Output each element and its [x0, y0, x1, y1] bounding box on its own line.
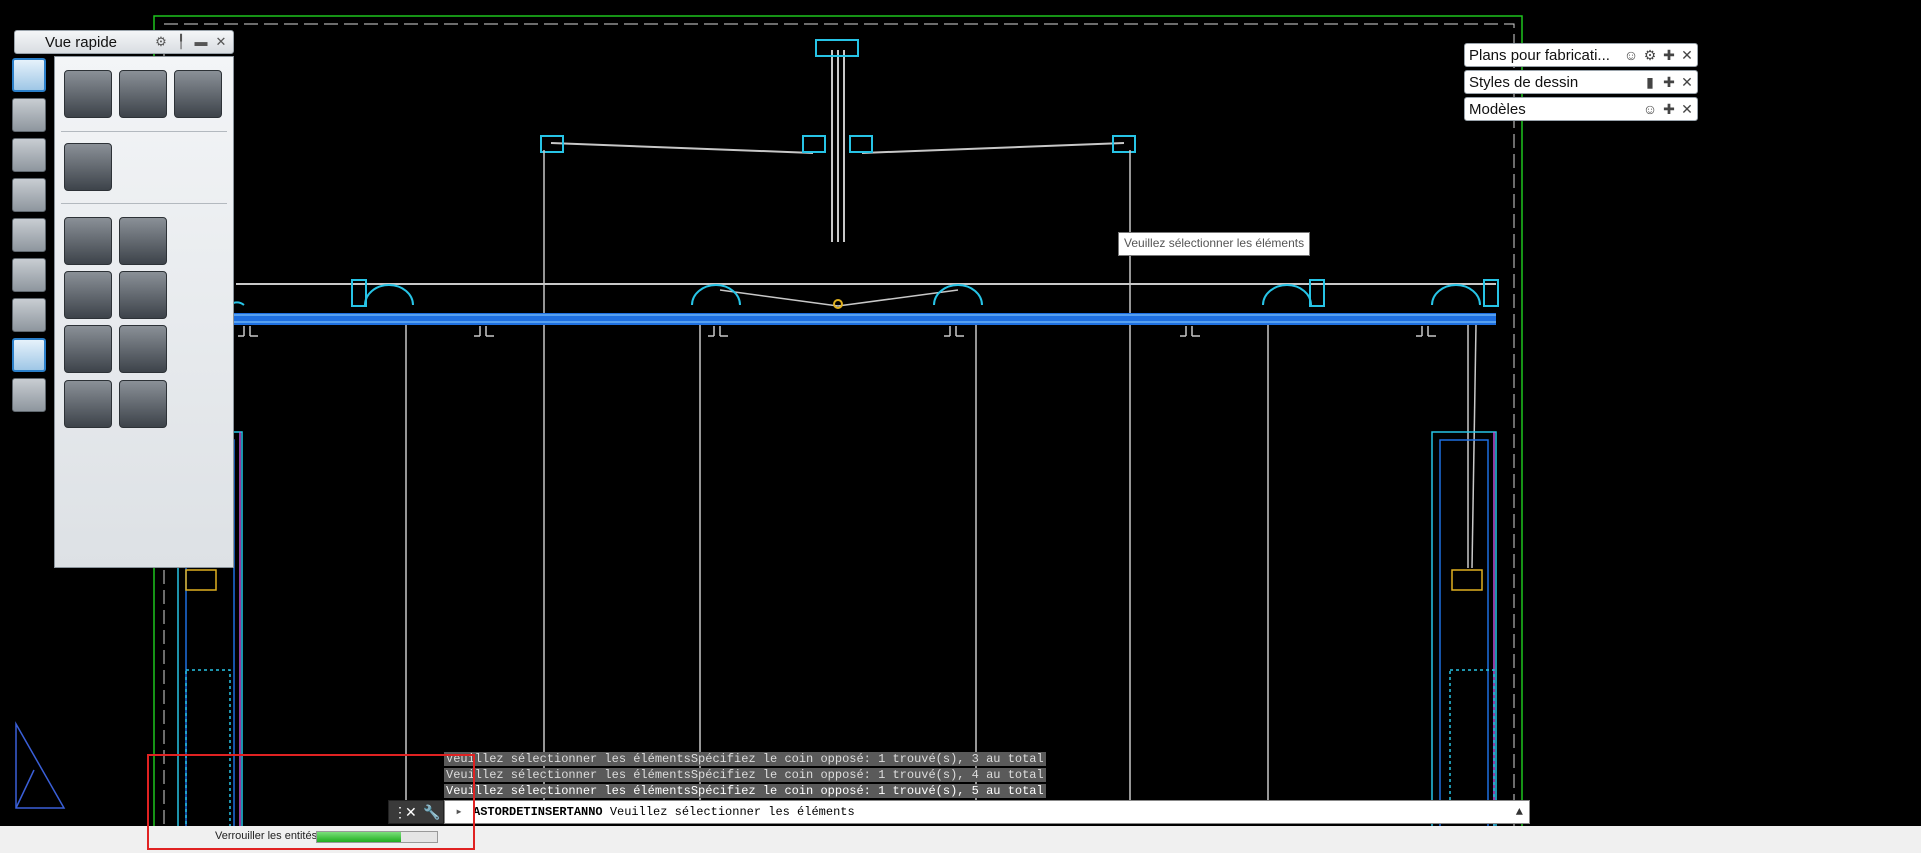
category-corner-button[interactable] — [12, 338, 46, 372]
panel-title: Styles de dessin — [1469, 74, 1579, 91]
gear-icon[interactable]: ⚙ — [1642, 47, 1658, 63]
user-icon[interactable]: ☺ — [1642, 101, 1658, 117]
close-icon[interactable]: ✕ — [213, 34, 229, 50]
palette-separator — [61, 131, 227, 132]
status-label: Verrouiller les entités — [215, 830, 318, 842]
palette-body — [54, 56, 234, 568]
add-icon[interactable]: ✚ — [1661, 47, 1677, 63]
palette-category-bar — [12, 58, 50, 418]
expand-history-icon[interactable]: ▲ — [1516, 801, 1523, 823]
main-beam — [226, 313, 1496, 325]
wood-beam-button[interactable] — [119, 271, 167, 319]
top-hanger — [550, 50, 1125, 242]
add-icon[interactable]: ✚ — [1661, 101, 1677, 117]
close-icon[interactable]: ✕ — [1679, 47, 1695, 63]
progress-fill — [317, 832, 401, 842]
category-pencil-button[interactable] — [12, 98, 46, 132]
cursor-tooltip: Veuillez sélectionner les éléments — [1118, 232, 1310, 256]
panel-styles-dessin[interactable]: Styles de dessin ▮ ✚ ✕ — [1464, 70, 1698, 94]
command-line-input[interactable]: ▸ ASTORDETINSERTANNO Veuillez sélectionne… — [444, 800, 1530, 824]
box-button[interactable] — [174, 70, 222, 118]
beam-button[interactable] — [64, 70, 112, 118]
close-icon[interactable]: ✕ — [1679, 101, 1695, 117]
beam-hangers — [238, 326, 1436, 337]
wrench-icon[interactable]: 🔧 — [423, 804, 440, 820]
palette-separator — [61, 203, 227, 204]
panel-plans-fabrication[interactable]: Plans pour fabricati... ☺ ⚙ ✚ ✕ — [1464, 43, 1698, 67]
palette-title-bar[interactable]: Vue rapide ⚙ ╿ ▬ ✕ — [14, 30, 234, 54]
solid-box-button[interactable] — [64, 143, 112, 191]
panel-title: Modèles — [1469, 101, 1526, 118]
gear-icon[interactable]: ⚙ — [153, 34, 169, 50]
profile-corner-button[interactable] — [119, 325, 167, 373]
command-line-toolbar: ⋮ ✕ 🔧 — [388, 800, 444, 824]
category-axis-button[interactable] — [12, 218, 46, 252]
frame-button[interactable] — [64, 217, 112, 265]
command-name: ASTORDETINSERTANNO — [473, 805, 603, 819]
right-hanger — [1467, 324, 1477, 569]
panel-modeles[interactable]: Modèles ☺ ✚ ✕ — [1464, 97, 1698, 121]
command-prompt: Veuillez sélectionner les éléments — [609, 805, 855, 819]
pin-icon[interactable]: ╿ — [173, 34, 189, 50]
category-layers-button[interactable] — [12, 378, 46, 412]
command-history-line: Veuillez sélectionner les élémentsSpécif… — [444, 752, 1046, 766]
palette-title: Vue rapide — [45, 34, 117, 51]
category-tools-button[interactable] — [12, 138, 46, 172]
bracing — [719, 289, 959, 307]
category-shape-button[interactable] — [12, 298, 46, 332]
close-icon[interactable]: ✕ — [405, 804, 417, 820]
flag-icon: ▮ — [1646, 74, 1654, 90]
command-history-line: Veuillez sélectionner les élémentsSpécif… — [444, 768, 1046, 782]
category-annotation-button[interactable] — [12, 58, 46, 92]
profile-l-button[interactable] — [64, 325, 112, 373]
right-column — [1431, 431, 1497, 853]
user-icon[interactable]: ☺ — [1623, 47, 1639, 63]
drawing-canvas[interactable] — [0, 0, 1921, 853]
minimize-icon[interactable]: ▬ — [193, 34, 209, 50]
category-user-button[interactable] — [12, 178, 46, 212]
panel-title: Plans pour fabricati... — [1469, 47, 1610, 64]
command-prompt-icon[interactable]: ▸ — [445, 801, 473, 823]
category-selection-button[interactable] — [12, 258, 46, 292]
profile-rounded-button[interactable] — [119, 380, 167, 428]
command-history-line: Veuillez sélectionner les élémentsSpécif… — [444, 784, 1046, 798]
status-bar: Verrouiller les entités — [0, 826, 1921, 853]
wood-block-button[interactable] — [64, 271, 112, 319]
bent-plate-button[interactable] — [119, 70, 167, 118]
ucs-icon — [15, 721, 66, 809]
plate-joint-button[interactable] — [119, 217, 167, 265]
close-icon[interactable]: ✕ — [1679, 74, 1695, 90]
profile-stack-button[interactable] — [64, 380, 112, 428]
add-icon[interactable]: ✚ — [1661, 74, 1677, 90]
progress-bar — [316, 831, 438, 843]
